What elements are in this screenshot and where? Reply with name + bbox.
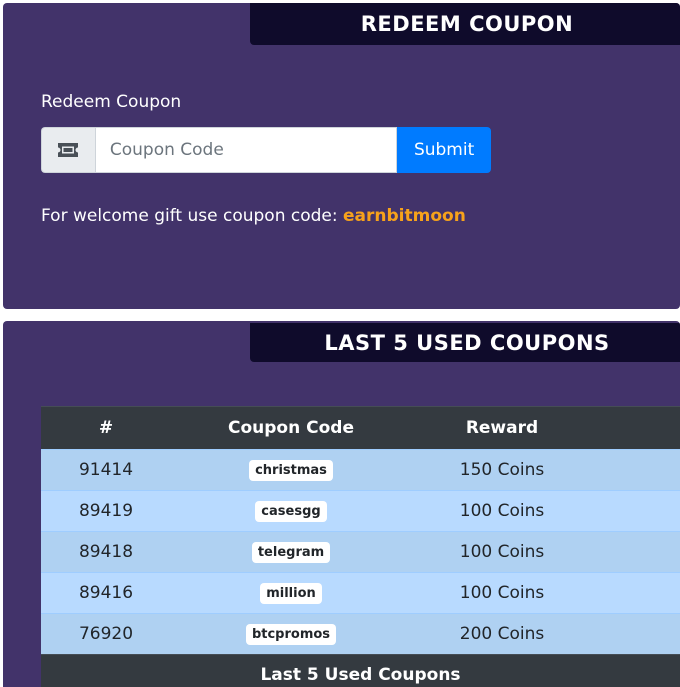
table-header-row: # Coupon Code Reward (41, 406, 680, 450)
coupon-id: 89419 (41, 490, 171, 532)
table-row: 89419 casesgg 100 Coins (41, 490, 680, 532)
redeem-coupon-title: REDEEM COUPON (360, 12, 574, 36)
coupon-code-badge: casesgg (255, 501, 327, 522)
table-footer-row: Last 5 Used Coupons (41, 654, 680, 687)
empty-cell (593, 531, 680, 573)
coupon-id: 89416 (41, 572, 171, 614)
redeem-coupon-header: REDEEM COUPON (250, 3, 680, 45)
used-coupons-card: LAST 5 USED COUPONS # Coupon Code Reward… (3, 321, 680, 687)
coupon-reward: 150 Coins (411, 449, 593, 491)
column-header-number: # (41, 406, 171, 450)
column-header-coupon-code: Coupon Code (171, 406, 411, 450)
redeem-coupon-card: REDEEM COUPON Redeem Coupon Submit For w… (3, 3, 680, 309)
coupon-code-badge: telegram (251, 542, 331, 563)
coupon-id: 76920 (41, 613, 171, 655)
coupon-code-cell: million (171, 572, 411, 614)
redeem-coupon-label: Redeem Coupon (41, 92, 182, 112)
table-footer-caption: Last 5 Used Coupons (41, 654, 680, 687)
welcome-gift-line: For welcome gift use coupon code: earnbi… (41, 206, 466, 226)
coupon-code-badge: btcpromos (245, 624, 337, 645)
coupon-input-group: Submit (41, 127, 491, 173)
empty-cell (593, 449, 680, 491)
coupon-reward: 100 Coins (411, 572, 593, 614)
empty-cell (593, 490, 680, 532)
coupon-reward: 200 Coins (411, 613, 593, 655)
welcome-coupon-code: earnbitmoon (343, 206, 466, 226)
table-row: 89418 telegram 100 Coins (41, 531, 680, 573)
coupon-id: 89418 (41, 531, 171, 573)
coupon-code-badge: million (260, 583, 322, 604)
used-coupons-table: # Coupon Code Reward 91414 christmas 150… (41, 406, 680, 687)
coupon-id: 91414 (41, 449, 171, 491)
ticket-icon (41, 127, 95, 173)
welcome-gift-text: For welcome gift use coupon code: (41, 206, 338, 226)
coupon-code-cell: telegram (171, 531, 411, 573)
coupon-reward: 100 Coins (411, 531, 593, 573)
column-header-reward: Reward (411, 406, 593, 450)
table-row: 76920 btcpromos 200 Coins (41, 613, 680, 655)
coupon-code-cell: casesgg (171, 490, 411, 532)
coupon-code-input[interactable] (94, 127, 398, 173)
submit-button[interactable]: Submit (397, 127, 491, 173)
table-row: 89416 million 100 Coins (41, 572, 680, 614)
coupon-code-cell: btcpromos (171, 613, 411, 655)
column-header-empty (593, 406, 680, 450)
coupon-code-badge: christmas (249, 460, 333, 481)
table-row: 91414 christmas 150 Coins (41, 449, 680, 491)
used-coupons-header: LAST 5 USED COUPONS (250, 323, 680, 362)
used-coupons-title: LAST 5 USED COUPONS (324, 330, 610, 355)
coupon-reward: 100 Coins (411, 490, 593, 532)
empty-cell (593, 572, 680, 614)
coupon-code-cell: christmas (171, 449, 411, 491)
empty-cell (593, 613, 680, 655)
